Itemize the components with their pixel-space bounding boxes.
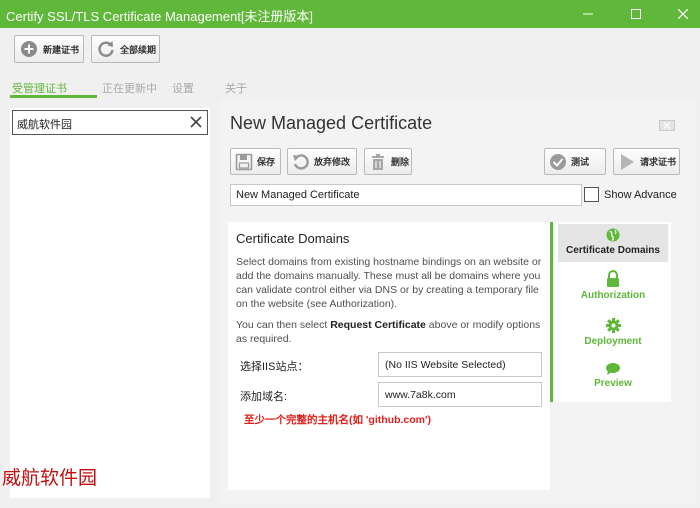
side-nav-authorization[interactable]: Authorization [558, 270, 668, 301]
tab-managed-certificates[interactable]: 受管理证书 [12, 80, 67, 96]
renew-all-label: 全部续期 [120, 44, 157, 55]
title-bar: Certify SSL/TLS Certificate Management[未… [0, 0, 700, 28]
window-title: Certify SSL/TLS Certificate Management[未… [6, 9, 314, 24]
tab-about[interactable]: 关于 [225, 80, 247, 96]
side-nav-certificate-domains-label: Certificate Domains [566, 245, 660, 256]
new-certificate-button[interactable]: 新建证书 [14, 35, 84, 63]
watermark-text: 威航软件园 [2, 467, 98, 489]
check-circle-icon [548, 152, 568, 172]
globe-icon [606, 228, 620, 242]
side-nav-deployment-label: Deployment [584, 336, 642, 347]
delete-label: 删除 [391, 157, 410, 167]
plus-circle-icon [19, 39, 39, 59]
maximize-button[interactable] [620, 0, 652, 28]
undo-icon [291, 152, 311, 172]
request-certificate-button[interactable]: 请求证书 [613, 148, 680, 175]
side-nav-deployment[interactable]: Deployment [558, 318, 668, 347]
save-button[interactable]: 保存 [230, 148, 281, 175]
maximize-icon [631, 9, 641, 19]
page-title: New Managed Certificate [230, 113, 433, 133]
show-advanced-label: Show Advance [604, 189, 677, 201]
close-window-button[interactable] [667, 0, 699, 28]
iis-site-label: 选择IIS站点： [240, 361, 309, 373]
tab-in-progress[interactable]: 正在更新中 [102, 80, 157, 96]
side-nav-preview-label: Preview [594, 378, 632, 389]
clear-search-icon[interactable] [190, 116, 202, 131]
tab-settings[interactable]: 设置 [172, 80, 194, 96]
add-domain-input[interactable]: www.7a8k.com [378, 382, 542, 407]
certificate-domains-hint: You can then select Request Certificate … [236, 318, 542, 346]
close-icon [663, 122, 671, 129]
domain-validation-error: 至少一个完整的主机名(如 'github.com') [244, 414, 431, 426]
speech-bubble-icon [606, 363, 620, 375]
certificate-name-value: New Managed Certificate [236, 189, 360, 201]
add-domain-value: www.7a8k.com [385, 389, 456, 401]
add-domain-label: 添加域名: [240, 391, 288, 403]
trash-icon [368, 152, 388, 172]
certificate-domains-title: Certificate Domains [236, 231, 350, 246]
main-tabs: 受管理证书 正在更新中 设置 关于 [0, 72, 700, 100]
test-label: 测试 [571, 157, 590, 167]
close-icon [678, 9, 688, 19]
test-button[interactable]: 测试 [544, 148, 606, 175]
side-nav-preview[interactable]: Preview [558, 363, 668, 389]
new-certificate-label: 新建证书 [43, 44, 80, 55]
delete-button[interactable]: 删除 [364, 148, 412, 175]
floppy-disk-icon [234, 152, 254, 172]
certificate-list-panel [10, 108, 210, 498]
gear-icon [605, 318, 621, 333]
active-tab-indicator [10, 95, 97, 98]
search-input-value: 威航软件园 [17, 119, 72, 131]
iis-site-select[interactable]: (No IIS Website Selected) [378, 352, 542, 377]
lock-icon [607, 270, 619, 287]
play-icon [617, 152, 637, 172]
search-input[interactable]: 威航软件园 [12, 110, 208, 135]
save-label: 保存 [257, 157, 276, 167]
certificate-name-input[interactable]: New Managed Certificate [230, 184, 582, 206]
minimize-button[interactable] [572, 0, 604, 28]
main-toolbar: 新建证书 全部续期 [0, 28, 700, 72]
hint-prefix: You can then select [236, 319, 331, 331]
request-certificate-label: 请求证书 [640, 157, 677, 167]
discard-changes-button[interactable]: 放弃修改 [287, 148, 357, 175]
renew-all-button[interactable]: 全部续期 [91, 35, 160, 63]
show-advanced-checkbox[interactable] [584, 187, 599, 202]
iis-site-value: (No IIS Website Selected) [385, 359, 506, 371]
side-nav-authorization-label: Authorization [580, 290, 646, 301]
side-nav-certificate-domains[interactable]: Certificate Domains [558, 228, 668, 256]
discard-label: 放弃修改 [314, 157, 351, 167]
certificate-domains-description: Select domains from existing hostname bi… [236, 256, 542, 310]
close-detail-button[interactable] [659, 120, 675, 131]
hint-request-certificate: Request Certificate [330, 319, 426, 331]
refresh-icon [96, 39, 116, 59]
minimize-icon [583, 13, 593, 15]
